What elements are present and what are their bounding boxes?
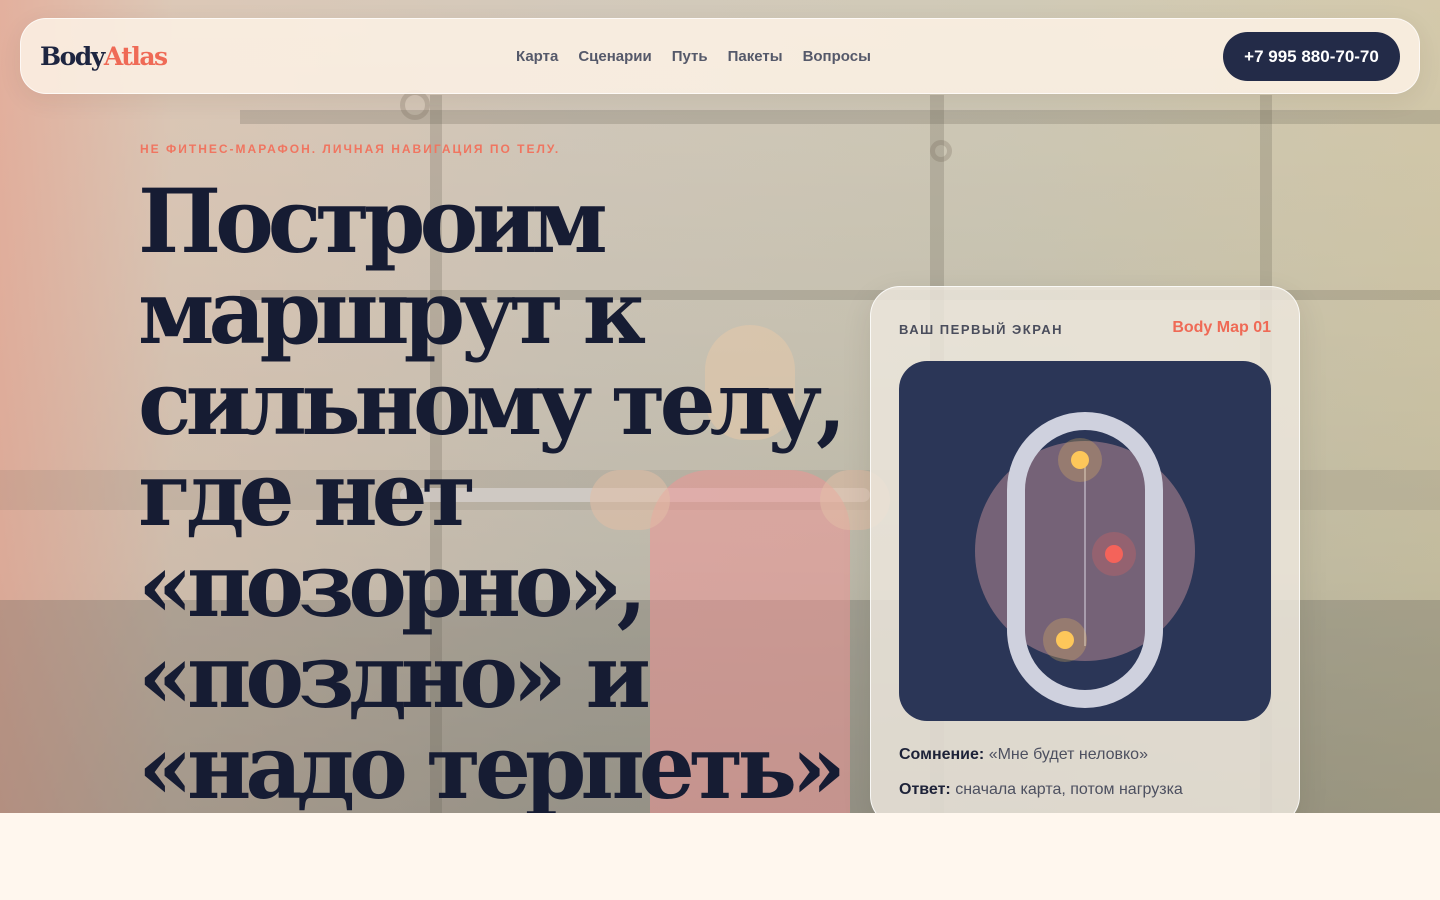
nav-link-scenarios[interactable]: Сценарии <box>578 47 651 67</box>
body-map-card: ВАШ ПЕРВЫЙ ЭКРАН Body Map 01 Сомнение: «… <box>870 286 1300 813</box>
body-point-bottom[interactable] <box>1056 631 1074 649</box>
answer-label: Ответ: <box>899 781 951 798</box>
phone-button[interactable]: +7 995 880-70-70 <box>1223 32 1400 81</box>
hero-section: НЕ ФИТНЕС-МАРАФОН. ЛИЧНАЯ НАВИГАЦИЯ ПО Т… <box>0 0 1440 813</box>
hero-eyebrow: НЕ ФИТНЕС-МАРАФОН. ЛИЧНАЯ НАВИГАЦИЯ ПО Т… <box>140 142 561 156</box>
nav-link-packages[interactable]: Пакеты <box>728 47 783 67</box>
card-map-id: Body Map 01 <box>1172 319 1271 336</box>
answer-text: сначала карта, потом нагрузка <box>955 781 1183 798</box>
headline-line: «позорно», <box>138 533 647 637</box>
nav-link-path[interactable]: Путь <box>672 47 708 67</box>
doubt-text: «Мне будет неловко» <box>988 746 1148 763</box>
answer-line: Ответ: сначала карта, потом нагрузка <box>899 779 1183 801</box>
main-menu: Карта Сценарии Путь Пакеты Вопросы <box>516 47 871 67</box>
headline-line: «поздно» и <box>138 624 651 728</box>
headline-line: где нет <box>138 442 476 546</box>
card-tag: ВАШ ПЕРВЫЙ ЭКРАН <box>899 322 1064 337</box>
nav-link-map[interactable]: Карта <box>516 47 558 67</box>
doubt-label: Сомнение: <box>899 746 985 763</box>
background-ring <box>930 140 952 162</box>
body-point-top[interactable] <box>1071 451 1089 469</box>
body-map-svg <box>975 412 1195 708</box>
top-navigation: BodyAtlas Карта Сценарии Путь Пакеты Воп… <box>20 18 1420 94</box>
headline-line: Построим <box>138 169 608 273</box>
body-map-visual <box>899 361 1271 721</box>
hero-headline: Построим маршрут к сильному телу, где не… <box>138 176 858 813</box>
headline-line: сильному телу, <box>138 351 847 455</box>
nav-link-questions[interactable]: Вопросы <box>803 47 871 67</box>
headline-line: маршрут к <box>138 260 646 364</box>
logo-part-body: Body <box>40 42 105 71</box>
headline-line: «надо терпеть» <box>138 715 846 813</box>
brand-logo[interactable]: BodyAtlas <box>40 41 168 73</box>
logo-part-atlas: Atlas <box>103 42 168 71</box>
body-point-middle[interactable] <box>1105 545 1123 563</box>
doubt-line: Сомнение: «Мне будет неловко» <box>899 744 1148 766</box>
background-ring <box>400 90 430 120</box>
